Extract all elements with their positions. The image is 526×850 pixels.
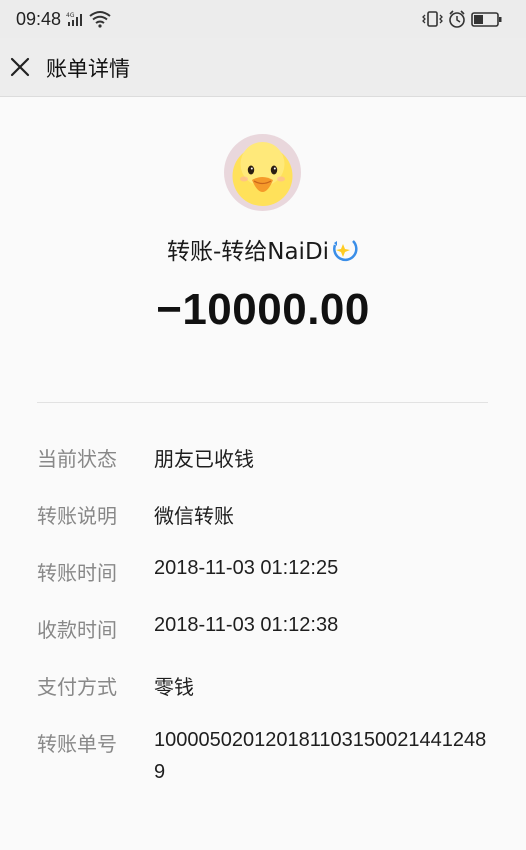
detail-label: 收款时间	[37, 618, 117, 642]
signal-icon: 4G	[66, 11, 86, 31]
sparkle-icon	[331, 237, 359, 269]
detail-label: 转账单号	[37, 732, 117, 756]
detail-value: 朋友已收钱	[154, 449, 254, 471]
detail-value: 零钱	[154, 677, 194, 699]
vibrate-icon	[422, 11, 443, 27]
svg-text:4G: 4G	[66, 12, 75, 19]
alarm-icon	[449, 10, 465, 28]
recipient-text: 转账-转给NaiDi	[166, 239, 330, 265]
close-icon[interactable]	[6, 53, 34, 81]
detail-label: 当前状态	[37, 447, 117, 471]
detail-label: 支付方式	[37, 675, 117, 699]
transfer-recipient: 转账-转给NaiDi	[0, 232, 526, 269]
nav-bar: 账单详情	[0, 38, 526, 97]
wifi-icon	[88, 10, 112, 32]
battery-icon	[471, 12, 502, 27]
detail-value: 2018-11-03 01:12:38	[154, 614, 339, 636]
status-right-icons	[422, 9, 508, 33]
detail-value: 微信转账	[154, 506, 234, 528]
transaction-id-value[interactable]: 1000050201201811031500214412489	[154, 724, 494, 788]
avatar[interactable]	[224, 134, 301, 211]
detail-value: 2018-11-03 01:12:25	[154, 557, 339, 579]
page-title: 账单详情	[46, 57, 130, 81]
status-time: 09:48	[16, 9, 62, 29]
status-bar: 09:48 4G	[0, 0, 526, 38]
divider	[37, 402, 488, 403]
detail-label: 转账说明	[37, 504, 117, 528]
bill-detail-card: 转账-转给NaiDi −10000.00 当前状态 朋友已收钱 转账说明 微信转…	[0, 97, 526, 850]
detail-label: 转账时间	[37, 561, 117, 585]
transfer-amount: −10000.00	[156, 285, 370, 334]
